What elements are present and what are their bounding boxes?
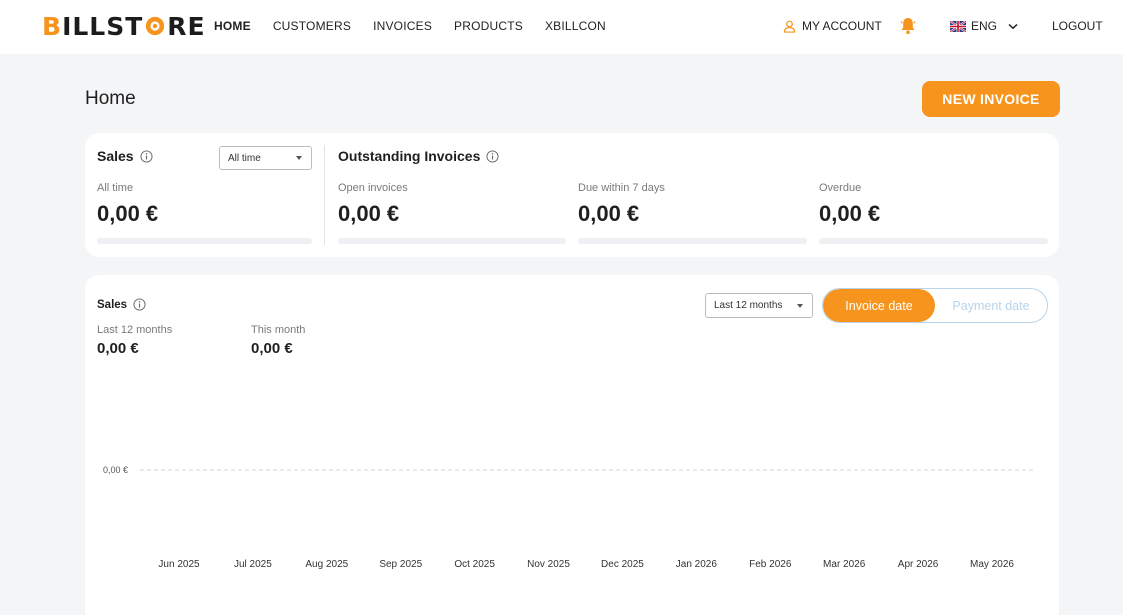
overdue-label: Overdue	[819, 182, 862, 194]
uk-flag-icon	[950, 20, 966, 32]
x-tick-label: Nov 2025	[527, 559, 570, 570]
nav-customers[interactable]: CUSTOMERS	[273, 19, 351, 33]
logo-letters-re: RE	[167, 11, 206, 41]
x-tick-label: Aug 2025	[305, 559, 348, 570]
due-7-days-value: 0,00 €	[578, 201, 640, 226]
logout-link[interactable]: LOGOUT	[1052, 19, 1103, 33]
sales-period-label: All time	[97, 182, 134, 194]
outstanding-invoices-title-text: Outstanding Invoices	[338, 148, 481, 164]
sales-chart-title-text: Sales	[97, 298, 128, 311]
my-account-label: MY ACCOUNT	[802, 19, 882, 33]
notification-bell-icon[interactable]	[900, 17, 916, 35]
chart-range-select[interactable]: Last 12 months	[705, 293, 813, 318]
logo-letter-b: B	[42, 11, 63, 41]
info-icon[interactable]	[140, 149, 153, 163]
due-7-days-bar	[578, 238, 807, 244]
caret-down-icon	[797, 303, 803, 308]
sales-line-chart: 0,00 € Jun 2025 Jul 2025 Aug 2025 Sep 2025 Oc…	[103, 465, 1035, 570]
sales-total-value: 0,00 €	[97, 201, 159, 226]
top-navigation-bar: B ILLST RE HOME CUSTOMERS INVOICES PRODU…	[0, 0, 1123, 54]
x-tick-label: Apr 2026	[898, 559, 939, 570]
x-tick-label: Feb 2026	[749, 559, 792, 570]
nav-home[interactable]: HOME	[214, 19, 251, 33]
caret-down-icon	[296, 156, 302, 160]
x-tick-label: Jul 2025	[234, 559, 272, 570]
chevron-down-icon	[1008, 23, 1018, 29]
overdue-value: 0,00 €	[819, 201, 881, 226]
x-tick-label: Dec 2025	[601, 559, 644, 570]
chart-range-select-value: Last 12 months	[714, 300, 783, 311]
x-tick-label: Mar 2026	[823, 559, 866, 570]
open-invoices-label: Open invoices	[338, 182, 408, 194]
nav-xbillcon[interactable]: XBILLCON	[545, 19, 606, 33]
my-account-link[interactable]: MY ACCOUNT	[783, 19, 882, 33]
last-12-months-label: Last 12 months	[97, 324, 173, 336]
info-icon[interactable]	[133, 298, 146, 311]
user-icon	[783, 20, 796, 33]
logo-letters-illst: ILLST	[62, 11, 144, 41]
x-tick-label: Oct 2025	[454, 559, 495, 570]
nav-invoices[interactable]: INVOICES	[373, 19, 432, 33]
main-nav: HOME CUSTOMERS INVOICES PRODUCTS XBILLCO…	[214, 19, 628, 33]
language-selector[interactable]: ENG	[950, 19, 1018, 33]
x-tick-label: Jun 2025	[158, 559, 200, 570]
billstore-logo[interactable]: B ILLST RE	[42, 11, 206, 41]
info-icon[interactable]	[486, 149, 499, 163]
sales-summary-title-text: Sales	[97, 148, 134, 164]
x-tick-label: Jan 2026	[676, 559, 718, 570]
new-invoice-button[interactable]: NEW INVOICE	[922, 81, 1060, 117]
y-tick-label: 0,00 €	[103, 465, 128, 475]
outstanding-invoices-title: Outstanding Invoices	[338, 148, 499, 164]
logo-gear-icon	[146, 16, 165, 36]
x-tick-label: May 2026	[970, 559, 1014, 570]
sales-chart-title: Sales	[97, 298, 146, 311]
sales-summary-title: Sales	[97, 148, 153, 164]
language-label: ENG	[971, 19, 998, 33]
open-invoices-bar	[338, 238, 566, 244]
page-title: Home	[85, 88, 136, 109]
x-tick-label: Sep 2025	[379, 559, 422, 570]
this-month-label: This month	[251, 324, 306, 336]
nav-products[interactable]: PRODUCTS	[454, 19, 523, 33]
open-invoices-value: 0,00 €	[338, 201, 400, 226]
due-7-days-label: Due within 7 days	[578, 182, 665, 194]
last-12-months-value: 0,00 €	[97, 340, 139, 357]
summary-divider	[324, 145, 325, 245]
invoice-date-option[interactable]: Invoice date	[823, 289, 935, 322]
overdue-bar	[819, 238, 1048, 244]
sales-progress-bar	[97, 238, 312, 244]
date-basis-toggle: Invoice date Payment date	[822, 288, 1048, 323]
sales-period-select-value: All time	[228, 152, 261, 164]
this-month-value: 0,00 €	[251, 340, 293, 357]
payment-date-option[interactable]: Payment date	[935, 289, 1047, 322]
sales-period-select[interactable]: All time	[219, 146, 312, 170]
